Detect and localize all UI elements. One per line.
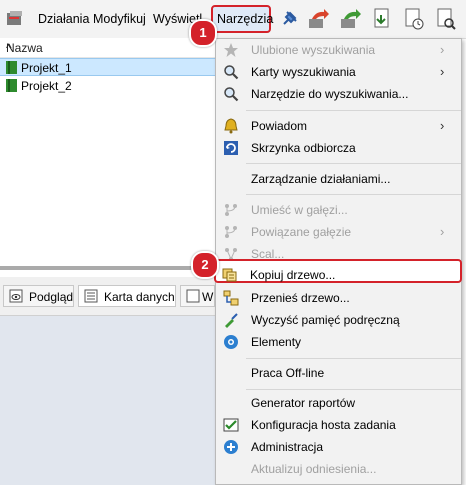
menu-item-narzedzie-do-wyszukiwania[interactable]: Narzędzie do wyszukiwania... (216, 83, 461, 105)
menu-separator (246, 110, 461, 111)
menu-item-powiazane-galezie[interactable]: Powiązane gałęzie › (216, 221, 461, 243)
menu-separator (246, 358, 461, 359)
menu-item-aktualizuj-odniesienia[interactable]: Aktualizuj odniesienia... (216, 458, 461, 480)
menu-item-elementy[interactable]: Elementy (216, 331, 461, 353)
data-card-icon (84, 289, 98, 303)
pane-splitter[interactable] (0, 266, 215, 270)
menu-item-administracja[interactable]: Administracja (216, 436, 461, 458)
pin-icon[interactable] (277, 7, 301, 31)
tab-karta-danych[interactable]: Karta danych (78, 285, 176, 307)
menu-item-label: Zarządzanie działaniami... (251, 172, 391, 186)
inbox-refresh-icon (224, 141, 238, 155)
tab-label: Karta danych (104, 290, 175, 304)
menu-item-praca-off-line[interactable]: Praca Off-line (216, 362, 461, 384)
admin-icon (224, 440, 238, 454)
menu-item-label: Powiązane gałęzie (251, 225, 352, 239)
menu-modyfikuj[interactable]: Modyfikuj (93, 12, 146, 26)
submenu-arrow-icon: › (440, 64, 445, 79)
menu-item-label: Administracja (251, 440, 324, 454)
menu-item-label: Kopiuj drzewo... (250, 268, 336, 282)
menu-item-label: Praca Off-line (251, 366, 325, 380)
menu-item-label: Skrzynka odbiorcza (251, 141, 356, 155)
branch-icon (225, 204, 237, 216)
magnifier-icon (224, 87, 239, 102)
menu-item-karty-wyszukiwania[interactable]: Karty wyszukiwania › (216, 61, 461, 83)
tab-podglad[interactable]: Podgląd (3, 285, 74, 307)
document-download-icon[interactable] (370, 7, 394, 31)
menu-item-generator-raportow[interactable]: Generator raportów (216, 392, 461, 414)
menu-item-label: Wyczyść pamięć podręczną (251, 313, 400, 327)
copy-tree-icon (222, 268, 237, 282)
submenu-arrow-icon: › (440, 42, 445, 57)
check-icon (223, 418, 239, 432)
checkin-icon[interactable] (338, 7, 362, 31)
menu-separator (246, 194, 461, 195)
checkout-icon[interactable] (306, 7, 330, 31)
bottom-pane (0, 316, 215, 485)
tree-row-label: Projekt_2 (21, 79, 72, 93)
menu-item-label: Umieść w gałęzi... (251, 203, 348, 217)
app-tools-icon[interactable] (5, 9, 25, 29)
menu-item-zarzadzanie-dzialaniami[interactable]: Zarządzanie działaniami... (216, 168, 461, 190)
menu-item-konfiguracja-hosta-zadania[interactable]: Konfiguracja hosta zadania (216, 414, 461, 436)
tree-row[interactable]: Projekt_1 (0, 58, 215, 76)
move-tree-icon (223, 290, 239, 306)
menu-item-label: Ulubione wyszukiwania (251, 43, 376, 57)
tab-w[interactable]: W (180, 285, 215, 307)
menu-separator (246, 389, 461, 390)
menu-item-powiadom[interactable]: Powiadom › (216, 115, 461, 137)
menubar: Działania Modyfikuj Wyświetl Narzędzia (0, 0, 466, 39)
project-book-icon (6, 61, 17, 74)
menu-item-label: Generator raportów (251, 396, 356, 410)
menu-item-label: Konfiguracja hosta zadania (251, 418, 396, 432)
menu-item-label: Powiadom (251, 119, 308, 133)
menu-item-wyczysc-pamiec-podreczna[interactable]: Wyczyść pamięć podręczną (216, 309, 461, 331)
preview-eye-icon (9, 289, 23, 303)
sort-ascending-icon: ^ (6, 41, 12, 55)
document-clock-icon[interactable] (402, 7, 426, 31)
star-icon (224, 43, 238, 57)
menu-item-umiesc-w-galezi[interactable]: Umieść w gałęzi... (216, 199, 461, 221)
branch-icon (225, 226, 237, 238)
elements-icon (224, 335, 238, 349)
magnifier-icon (224, 65, 239, 80)
submenu-arrow-icon: › (440, 118, 445, 133)
menu-item-przenies-drzewo[interactable]: Przenieś drzewo... (216, 287, 461, 309)
menu-item-label: Aktualizuj odniesienia... (251, 462, 377, 476)
tab-icon (186, 289, 200, 303)
menu-narzedzia[interactable]: Narzędzia (217, 12, 273, 26)
menu-separator (246, 163, 461, 164)
tab-label: W (202, 290, 214, 304)
menu-item-label: Przenieś drzewo... (251, 291, 350, 305)
bell-icon (224, 118, 238, 134)
menu-dzialania[interactable]: Działania (38, 12, 89, 26)
project-book-icon (6, 79, 17, 92)
tree-row[interactable]: Projekt_2 (0, 77, 215, 95)
submenu-arrow-icon: › (440, 224, 445, 239)
column-header[interactable]: Nazwa ^ (0, 38, 215, 58)
step-badge-2: 2 (191, 251, 219, 279)
menu-item-label: Narzędzie do wyszukiwania... (251, 87, 409, 101)
menu-item-kopiuj-drzewo-overlay[interactable]: Kopiuj drzewo... (215, 264, 460, 286)
tab-strip: Podgląd Karta danych W (0, 277, 215, 316)
menu-item-label: Karty wyszukiwania (251, 65, 356, 79)
menu-item-skrzynka-odbiorcza[interactable]: Skrzynka odbiorcza (216, 137, 461, 159)
menu-item-label: Elementy (251, 335, 302, 349)
step-badge-1: 1 (189, 19, 217, 47)
tab-label: Podgląd (29, 290, 74, 304)
tree-row-label: Projekt_1 (21, 61, 72, 75)
menu-item-ulubione-wyszukiwania[interactable]: Ulubione wyszukiwania › (216, 39, 461, 61)
clear-cache-icon (225, 313, 238, 328)
document-search-icon[interactable] (434, 7, 458, 31)
